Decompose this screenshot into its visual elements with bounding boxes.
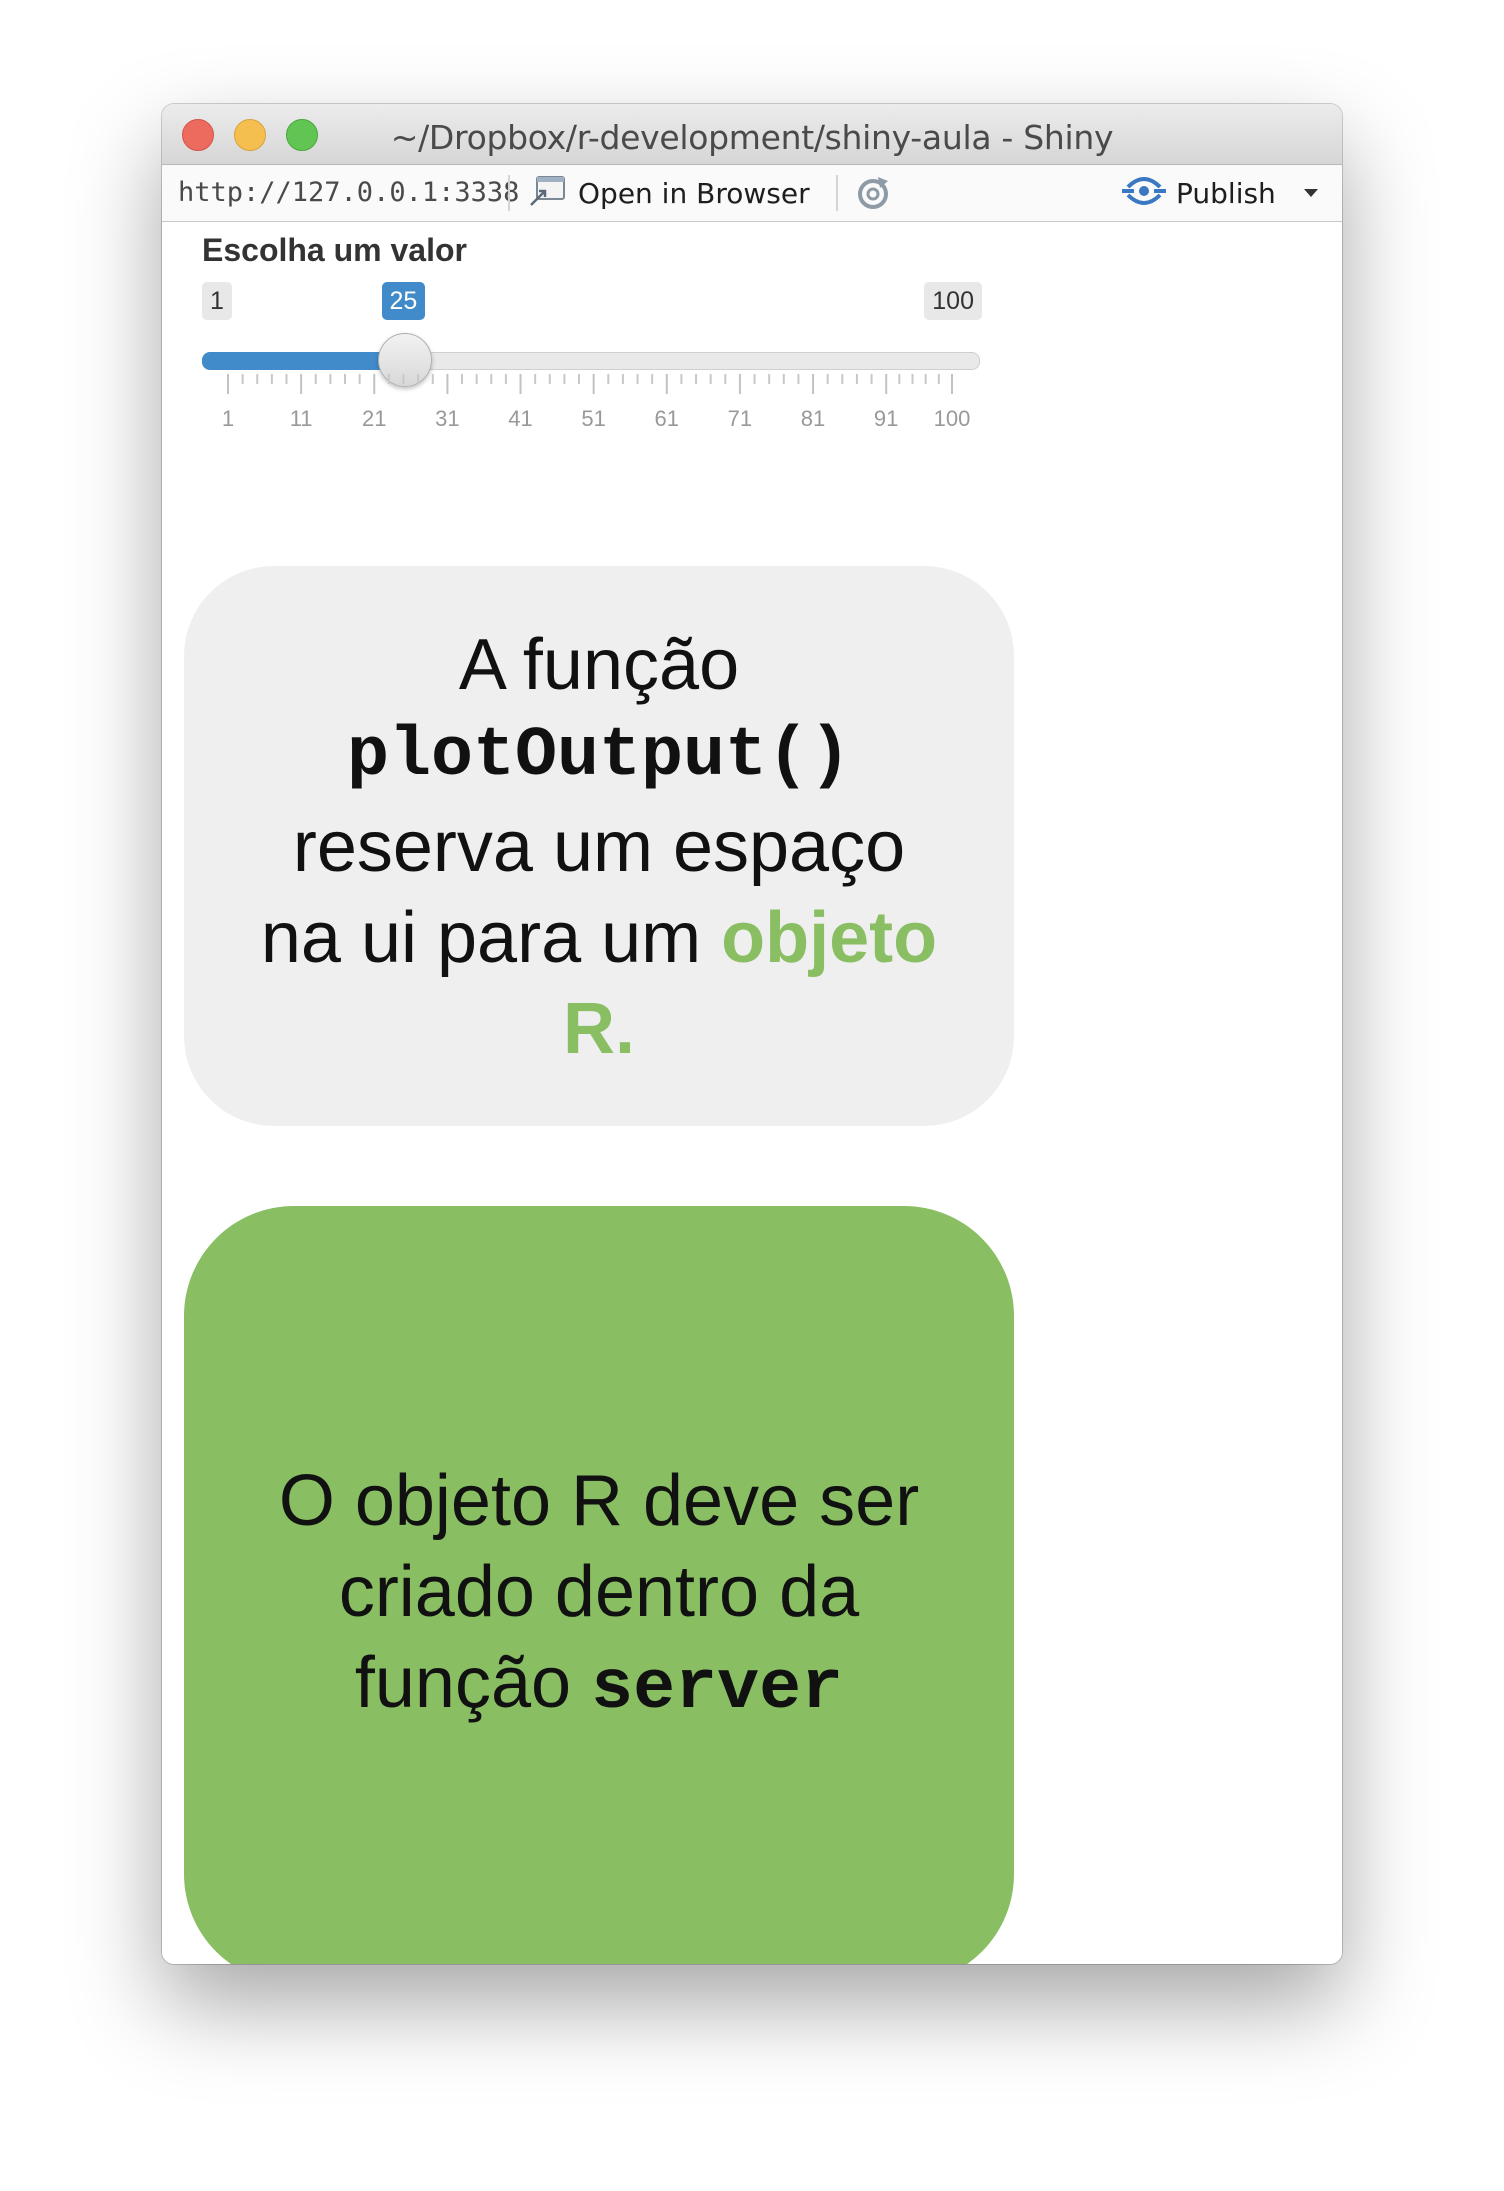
value-slider[interactable]: 1 25 100 1 11 21 31 41 51 61 71 81 91 100 [202, 282, 982, 442]
slider-tick-label: 11 [289, 406, 313, 431]
slider-label: Escolha um valor [202, 232, 467, 268]
slider-track-fill [202, 352, 404, 370]
shiny-app-content: Escolha um valor 1 25 100 1 11 21 31 41 51 61 7… [162, 222, 1342, 1964]
app-url[interactable]: http://127.0.0.1:3338 [178, 177, 519, 208]
slider-tick-label: 31 [435, 406, 460, 431]
toolbar-divider [836, 175, 838, 211]
slider-min-label: 1 [202, 282, 232, 320]
slider-max-label: 100 [924, 282, 982, 320]
info-line-3: reserva um espaço [292, 807, 906, 887]
highlight-r: R. [563, 989, 635, 1069]
open-in-browser-button[interactable]: Open in Browser [528, 173, 810, 213]
slider-current-value: 25 [381, 282, 426, 320]
title-bar: ~/Dropbox/r-development/shiny-aula - Shi… [162, 104, 1342, 165]
server-line-3-prefix: função [354, 1642, 592, 1723]
publish-dropdown-caret-icon[interactable] [1303, 189, 1318, 197]
slider-tick-label: 81 [800, 406, 826, 431]
open-browser-icon [528, 174, 568, 213]
window-title: ~/Dropbox/r-development/shiny-aula - Shi… [390, 118, 1114, 157]
info-line-4-prefix: na ui para um [260, 898, 722, 978]
publish-label: Publish [1176, 176, 1276, 210]
slider-tick-label: 61 [654, 406, 680, 431]
slider-ticks [227, 374, 953, 394]
plot-output-code: plotOutput() [346, 717, 852, 796]
slider-tick-label: 71 [727, 406, 753, 431]
toolbar-divider [508, 175, 510, 211]
slider-tick-label: 91 [873, 406, 899, 431]
publish-icon [1122, 173, 1166, 214]
slider-tick-label: 41 [508, 406, 533, 431]
highlight-objeto: objeto [721, 898, 938, 978]
slider-tick-label: 21 [362, 406, 387, 431]
rstudio-shiny-window: ~/Dropbox/r-development/shiny-aula - Shi… [162, 104, 1342, 1964]
publish-button[interactable]: Publish [1122, 173, 1318, 213]
slider-tick-label: 100 [933, 406, 971, 431]
viewer-toolbar: http://127.0.0.1:3338 Open in Browser Pu… [162, 165, 1342, 222]
server-line-1: O objeto R deve ser [278, 1460, 920, 1541]
server-line-3: função server [184, 1638, 1014, 1735]
server-info-card: O objeto R deve ser criado dentro da fun… [184, 1206, 1014, 1964]
open-in-browser-label: Open in Browser [578, 176, 810, 210]
refresh-icon [852, 177, 896, 217]
slider-tick-label: 1 [221, 406, 235, 431]
info-line-1: A função [458, 625, 740, 705]
server-code: server [591, 1649, 844, 1729]
slider-tick-label: 51 [581, 406, 606, 431]
refresh-button[interactable] [852, 173, 896, 213]
server-line-2: criado dentro da [338, 1551, 860, 1632]
plot-output-info-card: A função plotOutput() reserva um espaço … [184, 566, 1014, 1126]
info-line-4: na ui para um objeto [184, 893, 1014, 984]
